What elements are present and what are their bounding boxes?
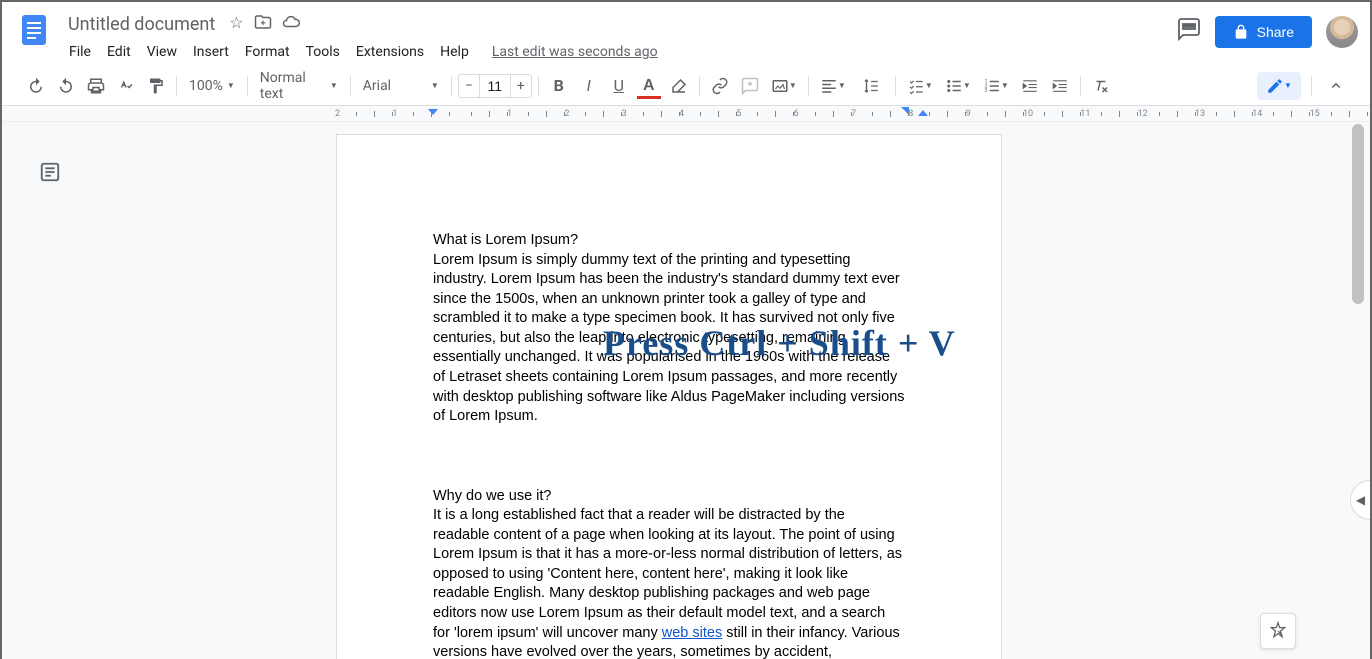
heading-2[interactable]: Why do we use it?: [433, 487, 905, 507]
cloud-status-icon[interactable]: [282, 13, 300, 35]
document-content[interactable]: What is Lorem Ipsum? Lorem Ipsum is simp…: [433, 231, 905, 659]
style-select[interactable]: Normal text▼: [254, 66, 344, 106]
right-indent-marker[interactable]: [918, 110, 928, 116]
menu-tools[interactable]: Tools: [299, 40, 347, 64]
web-sites-link[interactable]: web sites: [662, 625, 722, 641]
document-title[interactable]: Untitled document: [62, 12, 221, 37]
share-label: Share: [1257, 24, 1294, 40]
menu-bar: File Edit View Insert Format Tools Exten…: [62, 38, 1177, 66]
highlight-button[interactable]: [665, 72, 693, 100]
editing-mode-button[interactable]: ▼: [1257, 72, 1301, 100]
document-page[interactable]: What is Lorem Ipsum? Lorem Ipsum is simp…: [336, 134, 1002, 659]
line-spacing-button[interactable]: [853, 72, 889, 100]
underline-button[interactable]: U: [605, 72, 633, 100]
ruler[interactable]: 21123456789101112131415: [2, 106, 1370, 122]
collapse-toolbar-button[interactable]: [1322, 72, 1350, 100]
vertical-scrollbar[interactable]: [1352, 124, 1366, 654]
clear-format-button[interactable]: [1087, 72, 1115, 100]
font-size-increase[interactable]: +: [510, 74, 532, 98]
menu-help[interactable]: Help: [433, 40, 476, 64]
zoom-select[interactable]: 100%▼: [183, 74, 241, 98]
menu-format[interactable]: Format: [238, 40, 297, 64]
align-button[interactable]: ▼: [815, 72, 851, 100]
link-button[interactable]: [706, 72, 734, 100]
text-color-button[interactable]: A: [635, 72, 663, 100]
indent-increase-button[interactable]: [1046, 72, 1074, 100]
font-select[interactable]: Arial▼: [357, 74, 445, 98]
font-size-control: − +: [458, 74, 532, 98]
heading-1[interactable]: What is Lorem Ipsum?: [433, 231, 905, 251]
svg-text:3: 3: [984, 88, 987, 94]
share-button[interactable]: Share: [1215, 16, 1312, 48]
image-button[interactable]: ▼: [766, 72, 802, 100]
workspace: What is Lorem Ipsum? Lorem Ipsum is simp…: [2, 122, 1370, 659]
paragraph-1[interactable]: Lorem Ipsum is simply dummy text of the …: [433, 251, 905, 427]
print-button[interactable]: [82, 72, 110, 100]
italic-button[interactable]: I: [575, 72, 603, 100]
bullet-list-button[interactable]: ▼: [940, 72, 976, 100]
numbered-list-button[interactable]: 123▼: [978, 72, 1014, 100]
comment-button[interactable]: [736, 72, 764, 100]
scroll-thumb[interactable]: [1352, 124, 1364, 304]
redo-button[interactable]: [52, 72, 80, 100]
checklist-button[interactable]: ▼: [902, 72, 938, 100]
font-size-decrease[interactable]: −: [458, 74, 480, 98]
menu-insert[interactable]: Insert: [186, 40, 236, 64]
menu-extensions[interactable]: Extensions: [349, 40, 431, 64]
outline-button[interactable]: [32, 154, 68, 190]
explore-button[interactable]: [1260, 613, 1296, 649]
undo-button[interactable]: [22, 72, 50, 100]
indent-decrease-button[interactable]: [1016, 72, 1044, 100]
docs-logo[interactable]: [14, 10, 54, 50]
left-indent-marker[interactable]: [428, 109, 438, 115]
menu-edit[interactable]: Edit: [100, 40, 138, 64]
spellcheck-button[interactable]: [112, 72, 140, 100]
move-icon[interactable]: [254, 13, 272, 35]
paragraph-2[interactable]: It is a long established fact that a rea…: [433, 506, 905, 659]
title-area: Untitled document ☆ File Edit View Inser…: [62, 10, 1177, 66]
paint-format-button[interactable]: [142, 72, 170, 100]
star-icon[interactable]: ☆: [229, 13, 243, 35]
bold-button[interactable]: B: [545, 72, 573, 100]
app-header: Untitled document ☆ File Edit View Inser…: [2, 2, 1370, 66]
font-size-input[interactable]: [480, 74, 510, 98]
menu-view[interactable]: View: [140, 40, 184, 64]
toolbar: 100%▼ Normal text▼ Arial▼ − + B I U A ▼ …: [2, 66, 1370, 106]
user-avatar[interactable]: [1326, 16, 1358, 48]
comments-icon[interactable]: [1177, 17, 1201, 47]
menu-file[interactable]: File: [62, 40, 98, 64]
last-edit-link[interactable]: Last edit was seconds ago: [492, 44, 658, 60]
